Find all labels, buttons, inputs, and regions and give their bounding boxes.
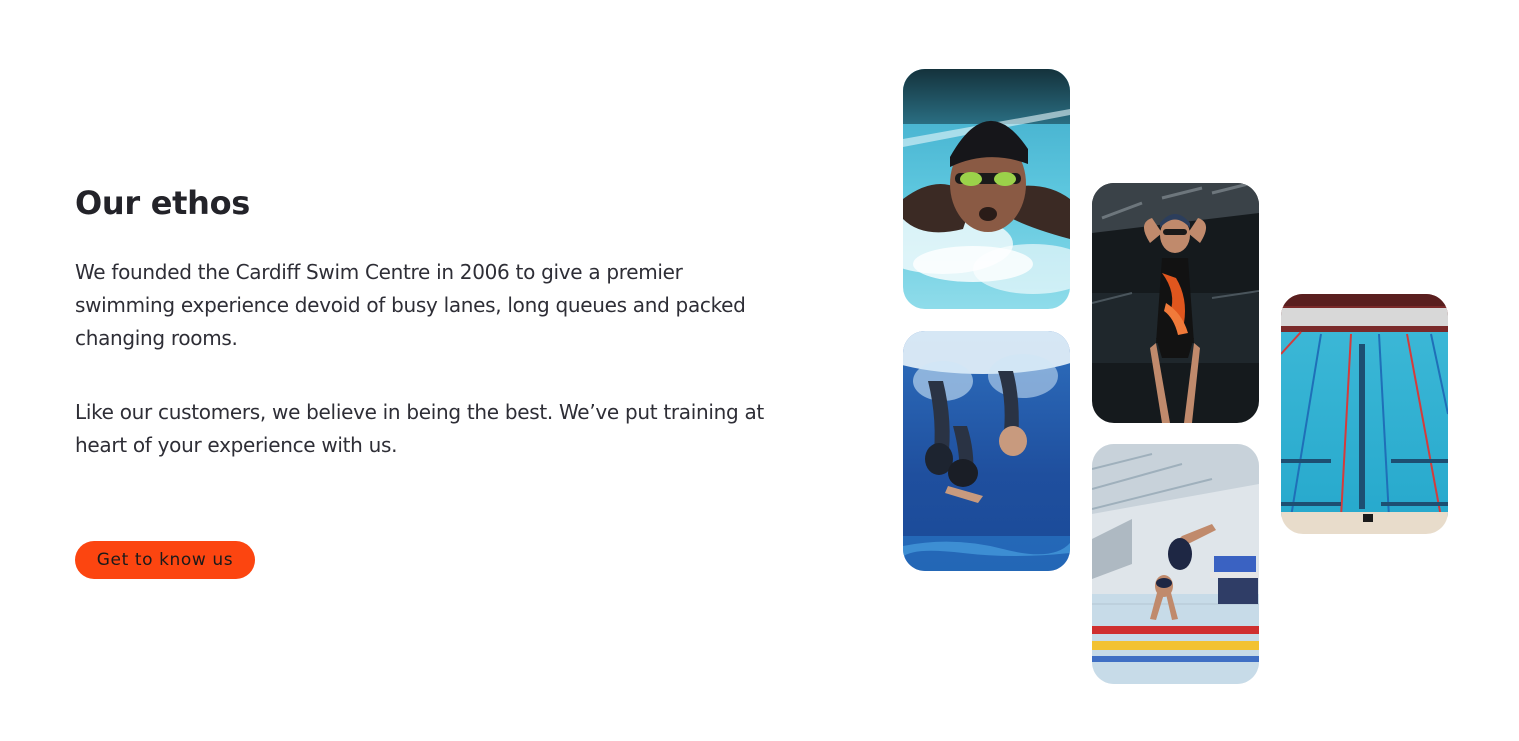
pool-lanes-image (1281, 294, 1448, 534)
ethos-paragraph-1: We founded the Cardiff Swim Centre in 20… (75, 260, 746, 350)
ethos-paragraph-2: Like our customers, we believe in being … (75, 400, 764, 457)
get-to-know-us-button[interactable]: Get to know us (75, 541, 255, 579)
photo-pool-lanes (1281, 294, 1448, 534)
photo-butterfly-swimmer (903, 69, 1070, 309)
diving-swimmer-image (1092, 444, 1259, 684)
standing-swimmer-image (1092, 183, 1259, 423)
section-title: Our ethos (75, 184, 251, 222)
photo-underwater-swimmers (903, 331, 1070, 571)
butterfly-swimmer-image (903, 69, 1070, 309)
photo-standing-swimmer (1092, 183, 1259, 423)
underwater-swimmers-image (903, 331, 1070, 571)
ethos-text-block: Our ethos We founded the Cardiff Swim Ce… (75, 180, 795, 462)
photo-diving-swimmer (1092, 444, 1259, 684)
